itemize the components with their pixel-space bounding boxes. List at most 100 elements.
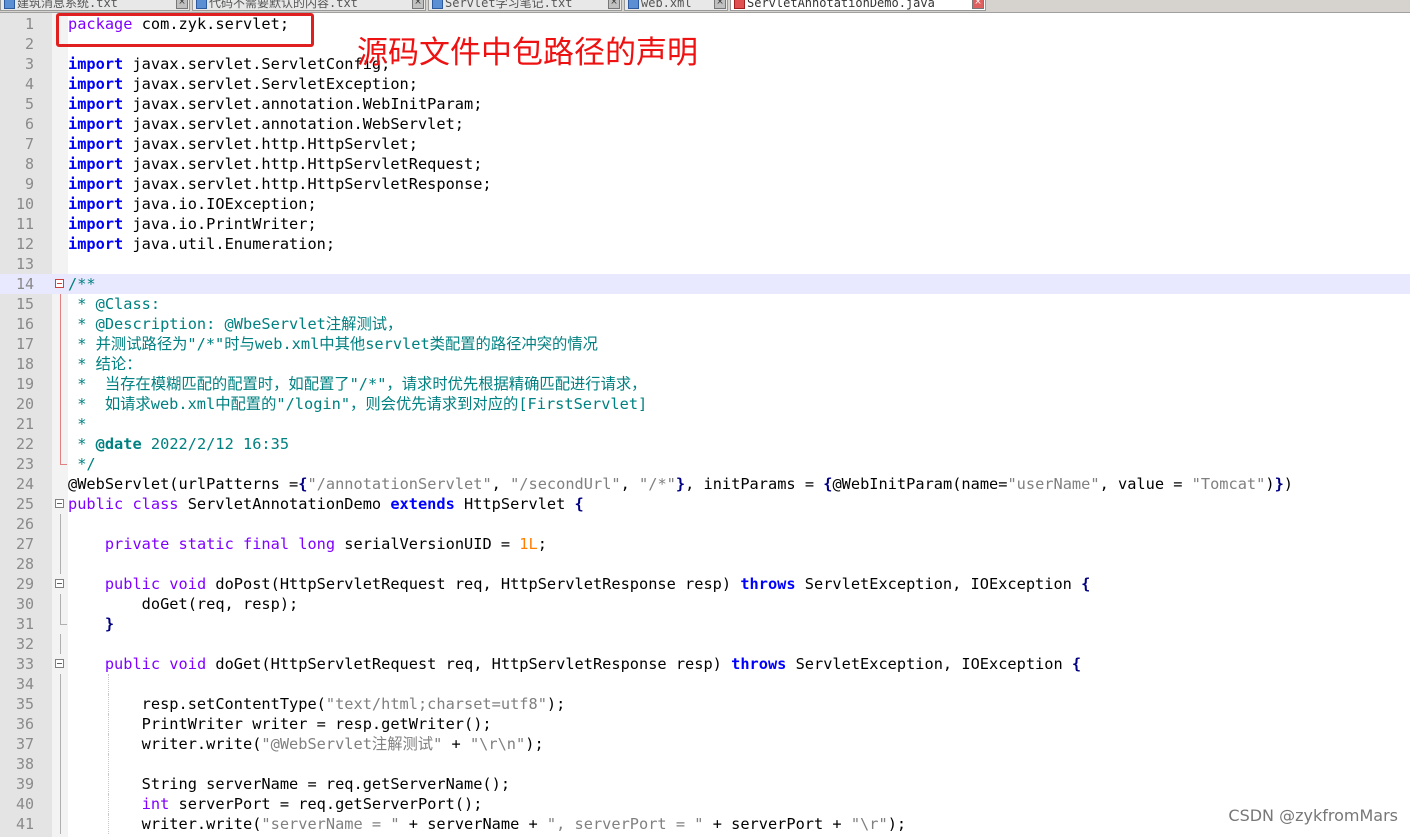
annotation-highlight-box [56, 13, 314, 47]
code-line[interactable]: 19 * 当存在模糊匹配的配置时，如配置了"/*"，请求时优先根据精确匹配进行请… [0, 374, 1410, 394]
fold-line [60, 674, 61, 694]
fold-line [60, 734, 61, 754]
code-line[interactable]: 20 * 如请求web.xml中配置的"/login"，则会优先请求到对应的[F… [0, 394, 1410, 414]
code-text: import javax.servlet.http.HttpServletReq… [68, 154, 482, 174]
code-token: ServletAnnotationDemo [178, 495, 391, 513]
line-number: 21 [15, 415, 34, 433]
code-line[interactable]: 14 /** [0, 274, 1410, 294]
code-line[interactable]: 17 * 并测试路径为"/*"时与web.xml中其他servlet类配置的路径… [0, 334, 1410, 354]
code-token: public void [104, 655, 207, 673]
code-token: + serverName + [399, 815, 547, 833]
code-line[interactable]: 7 import javax.servlet.http.HttpServlet; [0, 134, 1410, 154]
code-text: public void doGet(HttpServletRequest req… [68, 654, 1081, 674]
code-line[interactable]: 37 writer.write("@WebServlet注解测试" + "\r\… [0, 734, 1410, 754]
code-token: writer.write( [68, 735, 262, 753]
line-number: 15 [15, 295, 34, 313]
line-number: 24 [15, 475, 34, 493]
code-line[interactable]: 34 [0, 674, 1410, 694]
code-token: { [1081, 575, 1091, 593]
fold-toggle-icon[interactable] [55, 279, 64, 288]
code-line[interactable]: 32 [0, 634, 1410, 654]
close-icon[interactable]: × [176, 0, 188, 9]
code-line[interactable]: 24 @WebServlet(urlPatterns ={"/annotation… [0, 474, 1410, 494]
code-line[interactable]: 8 import javax.servlet.http.HttpServletRe… [0, 154, 1410, 174]
close-icon[interactable]: × [608, 0, 620, 9]
code-line[interactable]: 40 int serverPort = req.getServerPort(); [0, 794, 1410, 814]
tab-4[interactable]: ServletAnnotationDemo.java × [730, 0, 986, 11]
code-line[interactable]: 4 import javax.servlet.ServletException; [0, 74, 1410, 94]
code-line[interactable]: 31 } [0, 614, 1410, 634]
fold-toggle-icon[interactable] [55, 659, 64, 668]
code-line[interactable]: 26 [0, 514, 1410, 534]
tab-3[interactable]: web.xml × [624, 0, 728, 11]
code-line[interactable]: 12 import java.util.Enumeration; [0, 234, 1410, 254]
code-line[interactable]: 30 doGet(req, resp); [0, 594, 1410, 614]
code-token: throws [740, 575, 796, 593]
code-text: writer.write("@WebServlet注解测试" + "\r\n")… [68, 734, 544, 754]
code-line[interactable]: 21 * [0, 414, 1410, 434]
code-line[interactable]: 41 writer.write("serverName = " + server… [0, 814, 1410, 834]
code-token: @WebServlet(urlPatterns = [68, 475, 299, 493]
tab-1[interactable]: 代码不需要默认的内容.txt × [192, 0, 426, 11]
code-line[interactable]: 18 * 结论： [0, 354, 1410, 374]
code-editor[interactable]: 1 package com.zyk.servlet; 2 3 import javax.… [0, 14, 1410, 834]
line-number: 37 [15, 735, 34, 753]
fold-line [60, 394, 61, 414]
fold-line [60, 694, 61, 714]
line-number: 5 [24, 95, 34, 113]
close-icon[interactable]: × [412, 0, 424, 9]
code-line[interactable]: 29 public void doPost(HttpServletRequest… [0, 574, 1410, 594]
code-text: * 如请求web.xml中配置的"/login"，则会优先请求到对应的[Firs… [68, 394, 647, 414]
code-token: } [1274, 475, 1284, 493]
fold-line [60, 794, 61, 814]
code-line[interactable]: 11 import java.io.PrintWriter; [0, 214, 1410, 234]
code-token: "/*" [639, 475, 676, 493]
code-token: javax.servlet.http.HttpServlet; [123, 135, 418, 153]
code-token: doPost(HttpServletRequest req, HttpServl… [206, 575, 741, 593]
code-line[interactable]: 15 * @Class: [0, 294, 1410, 314]
code-text: * @Description: @WbeServlet注解测试， [68, 314, 402, 334]
code-token: "text/html;charset=utf8" [325, 695, 547, 713]
code-text: import java.io.PrintWriter; [68, 214, 317, 234]
line-number: 35 [15, 695, 34, 713]
code-line[interactable]: 35 resp.setContentType("text/html;charse… [0, 694, 1410, 714]
code-line[interactable]: 10 import java.io.IOException; [0, 194, 1410, 214]
fold-toggle-icon[interactable] [55, 499, 64, 508]
close-icon[interactable]: × [972, 0, 984, 9]
fold-line [60, 414, 61, 434]
fold-line [60, 774, 61, 794]
tab-0[interactable]: 建筑消息系统.txt × [0, 0, 190, 11]
line-number: 31 [15, 615, 34, 633]
code-token: * 如请求web.xml中配置的"/login"，则会优先请求到对应的[Firs… [68, 395, 648, 413]
code-line[interactable]: 38 [0, 754, 1410, 774]
code-line[interactable]: 28 [0, 554, 1410, 574]
code-line[interactable]: 36 PrintWriter writer = resp.getWriter()… [0, 714, 1410, 734]
fold-line [60, 714, 61, 734]
code-line[interactable]: 5 import javax.servlet.annotation.WebInit… [0, 94, 1410, 114]
line-number: 4 [24, 75, 34, 93]
code-text: resp.setContentType("text/html;charset=u… [68, 694, 566, 714]
close-icon[interactable]: × [714, 0, 726, 9]
code-token: * 并测试路径为"/*"时与web.xml中其他servlet类配置的路径冲突的… [68, 335, 598, 353]
code-line[interactable]: 13 [0, 254, 1410, 274]
code-token: , [491, 475, 511, 493]
code-line[interactable]: 16 * @Description: @WbeServlet注解测试， [0, 314, 1410, 334]
fold-end [60, 454, 67, 465]
code-line[interactable]: 23 */ [0, 454, 1410, 474]
code-token: "/secondUrl" [510, 475, 621, 493]
tab-2[interactable]: Servlet学习笔记.txt × [428, 0, 622, 11]
code-line[interactable]: 39 String serverName = req.getServerName… [0, 774, 1410, 794]
code-line[interactable]: 6 import javax.servlet.annotation.WebServ… [0, 114, 1410, 134]
fold-toggle-icon[interactable] [55, 579, 64, 588]
code-line[interactable]: 27 private static final long serialVersi… [0, 534, 1410, 554]
code-token: HttpServlet [454, 495, 575, 513]
code-line[interactable]: 3 import javax.servlet.ServletConfig; [0, 54, 1410, 74]
fold-line [60, 314, 61, 334]
code-line[interactable]: 9 import javax.servlet.http.HttpServletRe… [0, 174, 1410, 194]
code-token: java.io.PrintWriter; [123, 215, 317, 233]
code-line[interactable]: 22 * @date 2022/2/12 16:35 [0, 434, 1410, 454]
code-line[interactable]: 25 public class ServletAnnotationDemo ext… [0, 494, 1410, 514]
code-line[interactable]: 33 public void doGet(HttpServletRequest … [0, 654, 1410, 674]
